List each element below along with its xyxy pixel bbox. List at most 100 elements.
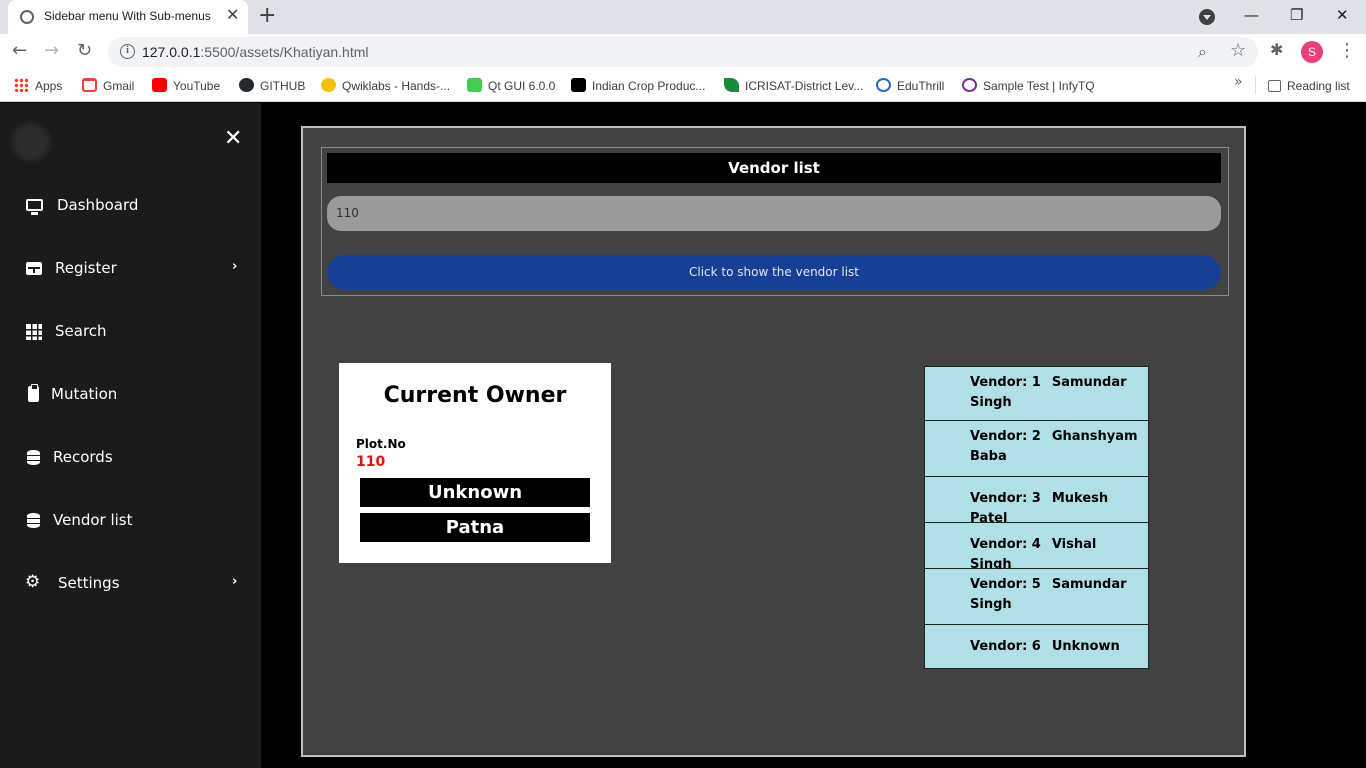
database-icon: [26, 512, 44, 530]
sidebar: ✕ Dashboard Register › Search Mutation R…: [0, 103, 261, 768]
bookmark-indian-crop[interactable]: Indian Crop Produc...: [571, 77, 705, 95]
vendor-row: Vendor: 6 Unknown: [924, 625, 1149, 669]
bookmark-label: Qt GUI 6.0.0: [488, 79, 556, 93]
sidebar-item-label: Dashboard: [57, 196, 139, 214]
tab-search-icon[interactable]: [1199, 9, 1215, 25]
eduthrill-icon: [876, 78, 891, 92]
globe-icon: [20, 10, 34, 24]
bookmark-apps[interactable]: Apps: [14, 77, 62, 95]
address-bar[interactable]: i 127.0.0.1:5500/assets/Khatiyan.html ⌕ …: [108, 37, 1258, 67]
sidebar-item-search[interactable]: Search: [0, 313, 261, 353]
database-icon: [26, 449, 44, 467]
more-bookmarks-icon[interactable]: »: [1234, 74, 1243, 90]
sidebar-item-records[interactable]: Records: [0, 439, 261, 479]
cogs-icon: ⚙: [25, 572, 41, 592]
vendor-list-header: Vendor list: [327, 153, 1221, 183]
tab-close-icon[interactable]: ✕: [226, 7, 239, 23]
sidebar-close-icon[interactable]: ✕: [224, 127, 242, 151]
sidebar-item-label: Register: [55, 259, 117, 277]
vendor-number: Vendor: 3: [970, 491, 1041, 506]
gmail-icon: [82, 78, 97, 92]
sidebar-item-vendor-list[interactable]: Vendor list: [0, 502, 261, 542]
vendor-row: Vendor: 2 Ghanshyam Baba: [924, 421, 1149, 477]
browser-tab-active[interactable]: Sidebar menu With Sub-menus | ✕: [8, 0, 248, 34]
profile-avatar[interactable]: S: [1301, 41, 1323, 63]
vendor-row: Vendor: 3 Mukesh Patel: [924, 477, 1149, 526]
reload-icon[interactable]: ↻: [77, 40, 92, 62]
infytq-icon: [962, 78, 977, 92]
sidebar-item-label: Settings: [58, 574, 120, 592]
bookmark-eduthrill[interactable]: EduThrill: [876, 77, 944, 95]
github-icon: [239, 78, 254, 92]
sidebar-item-settings[interactable]: ⚙ Settings ›: [0, 565, 261, 605]
bookmark-label: Qwiklabs - Hands-...: [342, 79, 451, 93]
vendor-search-form: Vendor list 110 Click to show the vendor…: [321, 147, 1229, 296]
bookmark-label: Gmail: [103, 79, 135, 93]
bookmark-label: EduThrill: [897, 79, 945, 93]
site-info-icon[interactable]: i: [120, 44, 135, 59]
page: ✕ Dashboard Register › Search Mutation R…: [0, 103, 1366, 768]
reading-list-icon: [1268, 80, 1281, 92]
vendor-row: Vendor: 5 Samundar Singh: [924, 569, 1149, 625]
bookmark-github[interactable]: GITHUB: [239, 77, 305, 95]
sidebar-item-label: Mutation: [51, 385, 118, 403]
vendor-number: Vendor: 5: [970, 577, 1041, 592]
sidebar-item-mutation[interactable]: Mutation: [0, 376, 261, 416]
plot-number-input[interactable]: 110: [327, 196, 1221, 231]
sidebar-item-label: Records: [53, 448, 113, 466]
minimize-icon[interactable]: —: [1244, 4, 1259, 26]
vendor-number: Vendor: 6: [970, 639, 1041, 654]
show-vendor-list-button[interactable]: Click to show the vendor list: [327, 255, 1221, 290]
vendor-number: Vendor: 4: [970, 537, 1041, 552]
bookmark-label: Sample Test | InfyTQ: [983, 79, 1095, 93]
plot-label: Plot.No: [356, 437, 406, 451]
bookmark-icrisat[interactable]: ICRISAT-District Lev...: [724, 77, 863, 95]
back-icon[interactable]: ←: [12, 40, 27, 62]
sidebar-item-label: Search: [55, 322, 107, 340]
plot-value: 110: [356, 454, 386, 470]
tab-strip: Sidebar menu With Sub-menus | ✕ + — ❐ ✕: [0, 0, 1366, 34]
browser-menu-icon[interactable]: ⋮: [1338, 40, 1356, 61]
sidebar-item-dashboard[interactable]: Dashboard: [0, 187, 261, 227]
window-close-icon[interactable]: ✕: [1336, 4, 1349, 26]
reading-list-label: Reading list: [1287, 79, 1350, 93]
vendor-name: Unknown: [1051, 639, 1120, 654]
grid-icon: [26, 323, 44, 341]
logo: [12, 123, 50, 161]
table-icon: [26, 260, 44, 278]
bookmark-infytq[interactable]: Sample Test | InfyTQ: [962, 77, 1095, 95]
bookmark-youtube[interactable]: YouTube: [152, 77, 220, 95]
bookmark-label: ICRISAT-District Lev...: [745, 79, 864, 93]
sidebar-item-label: Vendor list: [53, 511, 133, 529]
owner-location: Patna: [360, 513, 590, 542]
vendor-number: Vendor: 2: [970, 429, 1041, 444]
sidebar-item-register[interactable]: Register ›: [0, 250, 261, 290]
reading-list-button[interactable]: Reading list: [1268, 77, 1350, 95]
bookmark-label: YouTube: [173, 79, 221, 93]
bookmark-star-icon[interactable]: ☆: [1230, 40, 1246, 61]
restore-icon[interactable]: ❐: [1290, 4, 1303, 26]
owner-card-title: Current Owner: [383, 383, 567, 408]
bookmarks-separator: [1255, 76, 1256, 94]
vendor-row: Vendor: 1 Samundar Singh: [924, 366, 1149, 421]
forward-icon[interactable]: →: [44, 40, 59, 62]
bookmark-gmail[interactable]: Gmail: [82, 77, 134, 95]
qwiklabs-icon: [321, 78, 336, 92]
bookmark-qwiklabs[interactable]: Qwiklabs - Hands-...: [321, 77, 450, 95]
tab-title: Sidebar menu With Sub-menus |: [44, 9, 214, 23]
new-tab-icon[interactable]: +: [258, 4, 276, 28]
zoom-icon[interactable]: ⌕: [1198, 42, 1207, 62]
current-owner-card: Current Owner Plot.No 110 Unknown Patna: [339, 363, 611, 563]
url-host: 127.0.0.1: [142, 44, 201, 60]
apps-grid-icon: [14, 78, 29, 92]
url-text[interactable]: 127.0.0.1:5500/assets/Khatiyan.html: [142, 44, 369, 60]
bookmark-label: Apps: [35, 79, 63, 93]
bookmark-label: Indian Crop Produc...: [592, 79, 706, 93]
bookmark-label: GITHUB: [260, 79, 306, 93]
browser-toolbar: ← → ↻ i 127.0.0.1:5500/assets/Khatiyan.h…: [0, 34, 1366, 70]
medium-icon: [571, 78, 586, 92]
extensions-icon[interactable]: ✱: [1270, 40, 1283, 59]
bookmarks-bar: Apps Gmail YouTube GITHUB Qwiklabs - Han…: [0, 70, 1366, 102]
bookmark-qt[interactable]: Qt GUI 6.0.0: [467, 77, 555, 95]
owner-name: Unknown: [360, 478, 590, 507]
